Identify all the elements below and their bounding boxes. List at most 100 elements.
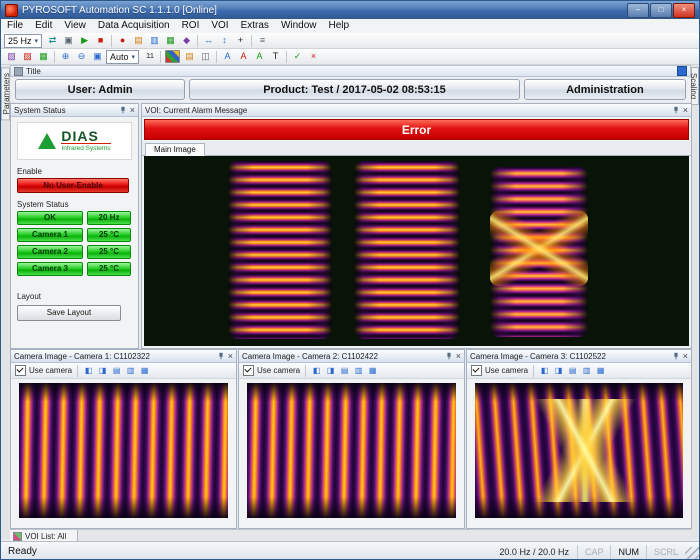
camera3-thermal-image[interactable] (475, 383, 683, 518)
close-panel-icon[interactable]: × (683, 352, 688, 361)
menu-item-file[interactable]: File (1, 19, 29, 33)
text-tool-icon[interactable]: T (268, 50, 283, 63)
menu-item-help[interactable]: Help (323, 19, 356, 33)
cam-tool-icon-4[interactable]: ▥ (581, 366, 592, 375)
enable-status-button[interactable]: No User-Enable (17, 178, 129, 193)
label-blue-icon[interactable]: A (220, 50, 235, 63)
menu-item-edit[interactable]: Edit (29, 19, 58, 33)
start-acquisition-icon[interactable]: ▶ (77, 34, 92, 47)
close-panel-icon[interactable]: × (228, 352, 233, 361)
table-icon[interactable]: ▥ (147, 34, 162, 47)
toolbar-separator (305, 365, 306, 377)
menu-item-extras[interactable]: Extras (235, 19, 275, 33)
cam-tool-icon-5[interactable]: ▦ (139, 366, 150, 375)
camera1-thermal-image[interactable] (19, 383, 228, 518)
close-panel-icon[interactable]: × (456, 352, 461, 361)
tab-main-image[interactable]: Main Image (145, 143, 205, 156)
cam-tool-icon-5[interactable]: ▦ (367, 366, 378, 375)
voi-panel-header[interactable]: VOI: Current Alarm Message × (142, 104, 691, 117)
status-rate-button[interactable]: 20 Hz (87, 211, 131, 225)
minimize-button[interactable]: – (627, 3, 649, 18)
menu-item-window[interactable]: Window (275, 19, 323, 33)
pin-icon[interactable] (445, 352, 453, 360)
stop-acquisition-icon[interactable]: ■ (93, 34, 108, 47)
zoom-out-icon[interactable]: ⊖ (74, 50, 89, 63)
camera2-thermal-image[interactable] (247, 383, 456, 518)
zoom-fit-icon[interactable]: ▣ (90, 50, 105, 63)
camera3-panel-header[interactable]: Camera Image - Camera 3: C1102522 × (467, 350, 691, 363)
administration-button[interactable]: Administration (524, 79, 686, 100)
cam-tool-icon-2[interactable]: ◨ (553, 366, 564, 375)
scale-icon[interactable]: ▤ (182, 50, 197, 63)
use-camera-checkbox[interactable] (15, 365, 26, 376)
menu-item-view[interactable]: View (58, 19, 92, 33)
camera2-status-button[interactable]: Camera 2 (17, 245, 83, 259)
grid-icon[interactable]: ▦ (163, 34, 178, 47)
cam-tool-icon-1[interactable]: ◧ (311, 366, 322, 375)
record-icon[interactable]: ● (115, 34, 130, 47)
add-icon[interactable]: + (233, 34, 248, 47)
scaling-tab[interactable]: Scaling (691, 67, 699, 105)
list-icon[interactable]: ≡ (255, 34, 270, 47)
save-layout-button[interactable]: Save Layout (17, 305, 121, 321)
camera3-status-button[interactable]: Camera 3 (17, 262, 83, 276)
label-red-icon[interactable]: A (236, 50, 251, 63)
use-camera-checkbox[interactable] (243, 365, 254, 376)
cam-tool-icon-4[interactable]: ▥ (353, 366, 364, 375)
camera1-status-button[interactable]: Camera 1 (17, 228, 83, 242)
close-panel-icon[interactable]: × (683, 106, 688, 115)
system-status-panel-header[interactable]: System Status × (11, 104, 138, 117)
cam-tool-icon-1[interactable]: ◧ (83, 366, 94, 375)
label-green-icon[interactable]: A (252, 50, 267, 63)
apply-icon[interactable]: ✓ (290, 50, 305, 63)
menu-item-data-acquisition[interactable]: Data Acquisition (92, 19, 176, 33)
roi-tool-icon[interactable]: ▧ (4, 50, 19, 63)
camera1-temp-button[interactable]: 25 °C (87, 228, 131, 242)
cancel-icon[interactable]: × (306, 50, 321, 63)
camera1-panel-header[interactable]: Camera Image - Camera 1: C1102322 × (11, 350, 236, 363)
connect-icon[interactable]: ⇄ (45, 34, 60, 47)
close-button[interactable]: × (673, 3, 695, 18)
user-button[interactable]: User: Admin (15, 79, 185, 100)
main-thermal-image[interactable] (144, 156, 689, 346)
use-camera-checkbox[interactable] (471, 365, 482, 376)
cam-tool-icon-2[interactable]: ◨ (325, 366, 336, 375)
status-ok-button[interactable]: OK (17, 211, 83, 225)
close-panel-icon[interactable]: × (130, 106, 135, 115)
resize-grip[interactable] (685, 547, 699, 560)
parameters-tab[interactable]: Parameters (1, 67, 10, 120)
zoom-combobox[interactable]: Auto ▾ (106, 50, 139, 64)
pan-vertical-icon[interactable]: ↕ (217, 34, 232, 47)
cam-tool-icon-3[interactable]: ▤ (567, 366, 578, 375)
product-button[interactable]: Product: Test / 2017-05-02 08:53:15 (189, 79, 520, 100)
marker-icon[interactable]: ◆ (179, 34, 194, 47)
cam-tool-icon-1[interactable]: ◧ (539, 366, 550, 375)
voi-tool-icon[interactable]: ▨ (20, 50, 35, 63)
dock-icon[interactable] (677, 66, 687, 76)
camera2-panel-header[interactable]: Camera Image - Camera 2: C1102422 × (239, 350, 464, 363)
pin-icon[interactable] (672, 106, 680, 114)
camera3-temp-button[interactable]: 25 °C (87, 262, 131, 276)
cam-tool-icon-2[interactable]: ◨ (97, 366, 108, 375)
frequency-combobox[interactable]: 25 Hz ▾ (4, 34, 42, 48)
zoom-actual-size-icon[interactable]: 1:1 (142, 50, 157, 63)
cam-tool-icon-3[interactable]: ▤ (339, 366, 350, 375)
report-icon[interactable]: ▤ (131, 34, 146, 47)
camera2-temp-button[interactable]: 25 °C (87, 245, 131, 259)
cam-tool-icon-3[interactable]: ▤ (111, 366, 122, 375)
menu-item-roi[interactable]: ROI (176, 19, 206, 33)
titlebar[interactable]: PYROSOFT Automation SC 1.1.1.0 [Online] … (1, 1, 699, 19)
zoom-in-icon[interactable]: ⊕ (58, 50, 73, 63)
pin-icon[interactable] (672, 352, 680, 360)
area-tool-icon[interactable]: ▦ (36, 50, 51, 63)
palette-icon[interactable] (165, 50, 180, 63)
split-view-icon[interactable]: ◫ (198, 50, 213, 63)
cam-tool-icon-4[interactable]: ▥ (125, 366, 136, 375)
menu-item-voi[interactable]: VOI (205, 19, 234, 33)
cam-tool-icon-5[interactable]: ▦ (595, 366, 606, 375)
device-icon[interactable]: ▣ (61, 34, 76, 47)
pan-horizontal-icon[interactable]: ↔ (201, 34, 216, 47)
pin-icon[interactable] (217, 352, 225, 360)
maximize-button[interactable]: □ (650, 3, 672, 18)
pin-icon[interactable] (119, 106, 127, 114)
